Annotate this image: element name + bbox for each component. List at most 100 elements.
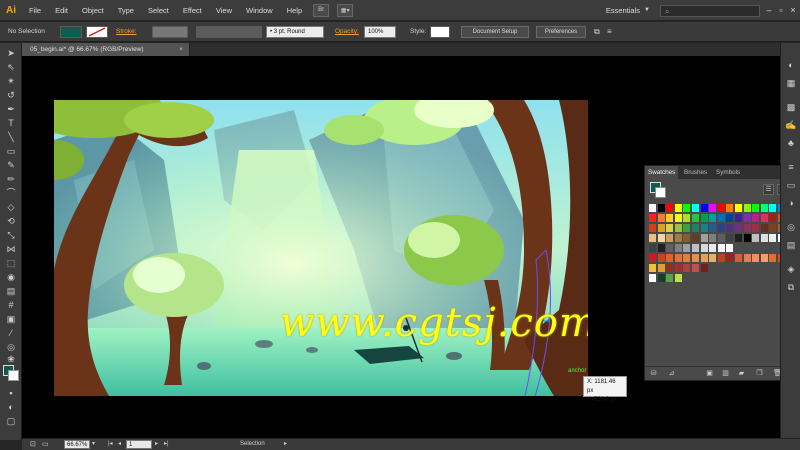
swatch[interactable] [717, 254, 726, 262]
swatch[interactable] [657, 254, 666, 262]
zoom-field[interactable]: 66.67% [64, 440, 90, 449]
rotate-tool-icon[interactable]: ⟲ [4, 215, 18, 227]
gradient-tool-icon[interactable]: ▣ [4, 313, 18, 325]
swatches-panel-icon[interactable]: ▩ [785, 101, 797, 113]
swatch[interactable] [717, 244, 726, 252]
panel-fill-stroke[interactable] [650, 182, 666, 198]
swatch[interactable] [666, 264, 675, 272]
swatch[interactable] [649, 204, 657, 212]
swatch[interactable] [657, 214, 666, 222]
swatch[interactable] [649, 234, 657, 242]
opacity-field[interactable]: 100% [364, 26, 396, 38]
swatch[interactable] [709, 204, 718, 212]
opacity-label[interactable]: Opacity: [335, 22, 359, 42]
swatch[interactable] [769, 234, 778, 242]
swatch[interactable] [666, 224, 675, 232]
layers-panel-icon[interactable]: ◈ [785, 263, 797, 275]
list-view-button[interactable]: ☰ [763, 184, 774, 195]
swatch[interactable] [760, 254, 769, 262]
swatch-options-icon[interactable]: ▣ [705, 369, 714, 378]
selection-tool-icon[interactable]: ➤ [4, 47, 18, 59]
new-swatch-icon[interactable]: ❐ [755, 369, 764, 378]
swatch[interactable] [752, 214, 761, 222]
tab-brushes[interactable]: Brushes [681, 166, 710, 179]
menu-file[interactable]: File [22, 0, 48, 21]
swatch[interactable] [760, 214, 769, 222]
swatch[interactable] [692, 234, 700, 242]
swatch-libraries-icon[interactable]: ⛁ [649, 369, 658, 378]
swatch[interactable] [743, 234, 752, 242]
lasso-tool-icon[interactable]: ↺ [4, 89, 18, 101]
swatch[interactable] [683, 214, 692, 222]
fill-color-picker[interactable] [60, 26, 82, 38]
swatch[interactable] [674, 264, 683, 272]
delete-swatch-icon[interactable]: 🗑 [773, 369, 780, 378]
swatch[interactable] [649, 254, 657, 262]
swatch[interactable] [717, 214, 726, 222]
stroke-weight-field[interactable] [152, 26, 188, 38]
drawing-mode-icon[interactable]: ◐ [4, 401, 18, 413]
new-group-folder-icon[interactable]: ▰ [737, 369, 746, 378]
menu-window[interactable]: Window [239, 0, 280, 21]
gradient-panel-icon[interactable]: ▭ [785, 179, 797, 191]
swatch[interactable] [743, 204, 752, 212]
swatch[interactable] [726, 234, 735, 242]
pen-tool-icon[interactable]: ✒ [4, 103, 18, 115]
swatch[interactable] [674, 254, 683, 262]
zoom-dropdown-icon[interactable]: ▾ [92, 439, 95, 450]
scale-tool-icon[interactable]: ⤡ [4, 229, 18, 241]
swatch[interactable] [726, 214, 735, 222]
pencil-tool-icon[interactable]: ✏ [4, 173, 18, 185]
zoom-out-icon[interactable]: ▭ [42, 439, 49, 450]
shape-builder-tool-icon[interactable]: ◉ [4, 271, 18, 283]
direct-selection-tool-icon[interactable]: ⇖ [4, 61, 18, 73]
type-tool-icon[interactable]: T [4, 117, 18, 129]
status-play-icon[interactable]: ▸ [284, 439, 287, 450]
swatch[interactable] [674, 234, 683, 242]
swatch[interactable] [657, 234, 666, 242]
swatch[interactable] [735, 204, 743, 212]
swatch[interactable] [709, 224, 718, 232]
swatch[interactable] [752, 204, 761, 212]
swatch[interactable] [683, 254, 692, 262]
symbols-panel-icon[interactable]: ♣ [785, 137, 797, 149]
next-artboard-icon[interactable]: ▸ [155, 439, 158, 450]
swatch[interactable] [666, 204, 675, 212]
artboards-panel-icon[interactable]: ⧉ [785, 281, 797, 293]
swatch[interactable] [674, 224, 683, 232]
swatch[interactable] [674, 204, 683, 212]
swatch[interactable] [649, 224, 657, 232]
screen-mode-icon[interactable]: ▢ [4, 415, 18, 427]
document-tab[interactable]: 05_begin.ai* @ 66.67% (RGB/Preview) × [22, 43, 190, 56]
color-mode-icon[interactable]: ▪ [4, 387, 18, 399]
bridge-button[interactable]: Br [313, 3, 330, 17]
stroke-swatch[interactable] [8, 370, 19, 381]
swatch[interactable] [717, 234, 726, 242]
eraser-tool-icon[interactable]: ◇ [4, 201, 18, 213]
swatch[interactable] [760, 224, 769, 232]
menu-select[interactable]: Select [141, 0, 176, 21]
appearance-panel-icon[interactable]: ◎ [785, 221, 797, 233]
swatch[interactable] [700, 224, 709, 232]
minimize-button[interactable]: – [764, 3, 774, 17]
paintbrush-tool-icon[interactable]: ✎ [4, 159, 18, 171]
brushes-panel-icon[interactable]: ✍ [785, 119, 797, 131]
magic-wand-tool-icon[interactable]: ✴ [4, 75, 18, 87]
swatch[interactable] [760, 234, 769, 242]
swatch[interactable] [717, 224, 726, 232]
panel-stroke-swatch[interactable] [655, 187, 666, 198]
swatch[interactable] [666, 254, 675, 262]
swatch[interactable] [649, 274, 657, 282]
swatch[interactable] [726, 254, 735, 262]
swatch[interactable] [735, 224, 743, 232]
swatch[interactable] [769, 214, 778, 222]
swatch[interactable] [760, 204, 769, 212]
swatch[interactable] [657, 274, 666, 282]
swatch[interactable] [674, 274, 683, 282]
swatch[interactable] [735, 254, 743, 262]
rectangle-tool-icon[interactable]: ▭ [4, 145, 18, 157]
swatch[interactable] [657, 244, 666, 252]
swatch[interactable] [769, 254, 778, 262]
brush-definition[interactable]: • 3 pt. Round [266, 26, 324, 38]
swatch[interactable] [700, 264, 709, 272]
